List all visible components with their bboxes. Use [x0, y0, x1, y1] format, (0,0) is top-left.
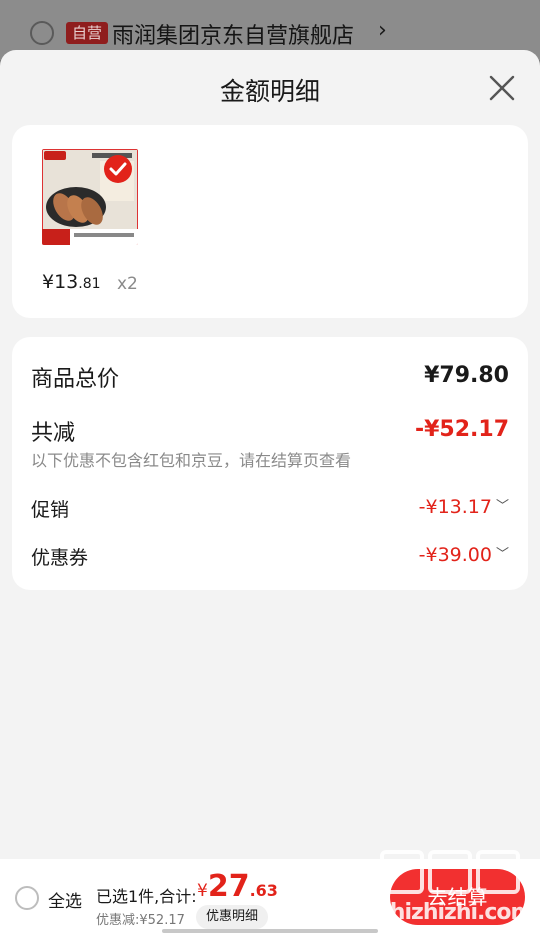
self-operated-badge: 自营 [66, 22, 109, 44]
store-select-radio[interactable] [30, 21, 54, 45]
total-amount: ¥27.63 [197, 869, 278, 904]
store-name[interactable]: 雨润集团京东自营旗舰店 [112, 18, 354, 50]
coupon-label: 优惠券 [31, 547, 89, 569]
close-icon[interactable] [484, 70, 520, 106]
chevron-down-icon: ﹀ [495, 499, 509, 514]
select-all-label[interactable]: 全选 [48, 887, 82, 912]
chevron-right-icon[interactable]: › [378, 18, 387, 43]
checkout-bar: 全选 已选1件,合计: ¥27.63 优惠减:¥52.17 优惠明细 去结算 [0, 859, 540, 935]
amount-detail-sheet: 金额明细 ¥13.81 x2 商品总价 ¥79.80 共减 -¥52.17 以下… [0, 50, 540, 935]
total-price-label: 商品总价 [31, 367, 120, 392]
coupon-row[interactable]: -¥39.00 ﹀ [419, 543, 509, 566]
chevron-down-icon: ﹀ [495, 547, 509, 562]
discount-note: 以下优惠不包含红包和京豆，请在结算页查看 [31, 451, 352, 470]
price-summary-card: 商品总价 ¥79.80 共减 -¥52.17 以下优惠不包含红包和京豆，请在结算… [12, 337, 528, 590]
price-integer: ¥13 [42, 271, 79, 293]
total-price-value: ¥79.80 [424, 363, 509, 388]
promotion-value: -¥13.17 [418, 496, 492, 518]
home-indicator [162, 929, 378, 933]
price-decimal: .81 [78, 276, 101, 292]
discount-summary: 优惠减:¥52.17 [96, 913, 185, 928]
product-card: ¥13.81 x2 [12, 125, 528, 318]
selected-count: 已选1件,合计: [96, 887, 197, 906]
total-integer: 27 [207, 869, 250, 904]
total-reduce-label: 共减 [31, 421, 76, 446]
promotion-label: 促销 [31, 499, 70, 521]
total-reduce-value: -¥52.17 [414, 417, 509, 442]
product-price: ¥13.81 [42, 271, 101, 293]
select-all-checkbox[interactable] [15, 886, 39, 910]
sheet-title: 金额明细 [219, 77, 320, 106]
product-image[interactable] [42, 149, 138, 245]
coupon-value: -¥39.00 [418, 544, 492, 566]
checkout-button[interactable]: 去结算 [390, 869, 525, 925]
product-quantity: x2 [117, 274, 138, 294]
total-decimal: .63 [249, 881, 278, 900]
discount-detail-button[interactable]: 优惠明细 [196, 905, 269, 929]
promotion-row[interactable]: -¥13.17 ﹀ [419, 495, 509, 518]
total-currency: ¥ [197, 881, 208, 901]
